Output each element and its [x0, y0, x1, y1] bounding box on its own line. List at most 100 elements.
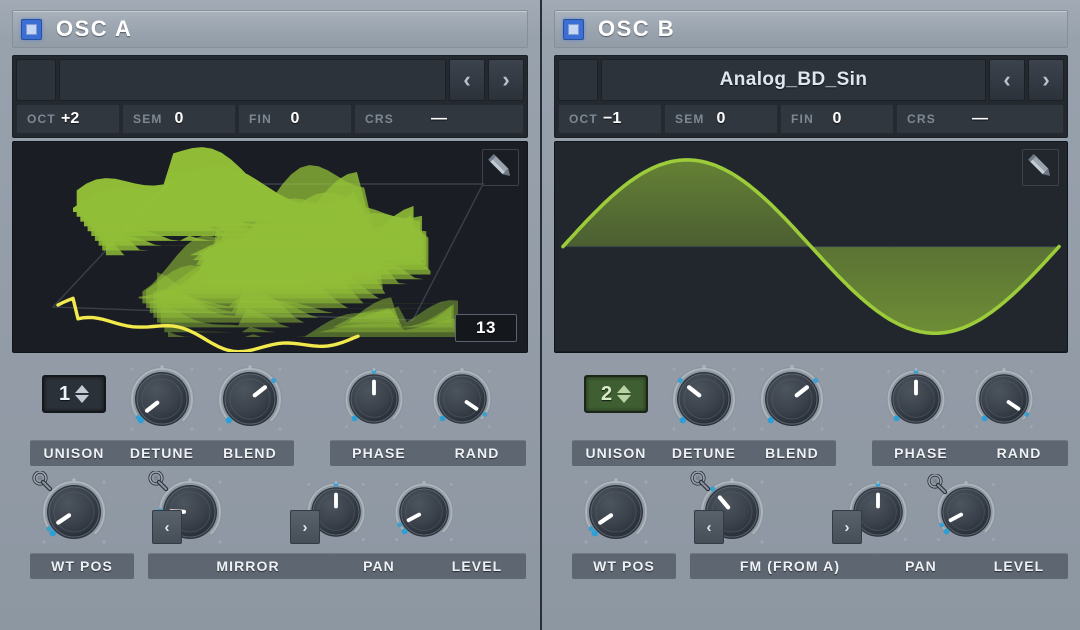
osc-panel-osc-b: OSC B Analog_BD_Sin ‹ › OCT −1 SEM 0 FIN 0 CRS… — [540, 0, 1080, 630]
knob-row-bottom: ‹ › WT POS FM (FROM A) PAN LEVEL — [554, 471, 1068, 579]
mod-handle-icon[interactable] — [689, 471, 711, 493]
knob-group-right — [330, 361, 506, 432]
selector-next-button[interactable]: › — [290, 510, 320, 544]
selector-next-button[interactable]: › — [832, 510, 862, 544]
tune-oct-value: −1 — [603, 110, 622, 127]
label-bar-top-right: PHASE RAND — [330, 440, 526, 466]
knob-detune[interactable] — [126, 363, 198, 435]
knob-blend[interactable] — [214, 363, 286, 435]
tune-oct[interactable]: OCT +2 — [16, 104, 120, 134]
unison-arrows[interactable] — [617, 385, 632, 403]
knob-rand[interactable] — [429, 366, 495, 432]
label-detune: DETUNE — [129, 445, 195, 461]
label-bar-bottom-mid: MIRROR — [148, 553, 348, 579]
osc-header: OSC B — [554, 10, 1068, 48]
label-unison: UNISON — [43, 445, 105, 461]
knob-level[interactable] — [391, 479, 457, 545]
slot-detune — [660, 361, 748, 435]
preset-category-slot[interactable] — [16, 59, 56, 101]
unison-value: 2 — [600, 382, 613, 405]
label-bar-bottom-left: WT POS — [30, 553, 134, 579]
osc-b-power-led[interactable] — [563, 18, 584, 40]
preset-browser: ‹ › OCT +2 SEM 0 FIN 0 CRS — — [12, 55, 528, 138]
slot-phase — [872, 361, 960, 432]
preset-prev-button[interactable]: ‹ — [449, 59, 485, 101]
preset-name[interactable]: Analog_BD_Sin — [601, 59, 986, 101]
tune-oct-value: +2 — [61, 110, 80, 127]
knob-rand[interactable] — [971, 366, 1037, 432]
oscillator-display[interactable]: 13 — [12, 141, 528, 353]
unison-stepper[interactable]: 2 — [584, 375, 648, 413]
unison-value: 1 — [58, 382, 71, 405]
label-pan: PAN — [363, 558, 395, 574]
osc-panel-osc-a: OSC A ‹ › OCT +2 SEM 0 FIN 0 CRS — 13 1 … — [0, 0, 540, 630]
tune-fin-label: FIN — [249, 112, 272, 126]
tune-crs[interactable]: CRS — — [354, 104, 524, 134]
osc-a-power-led[interactable] — [21, 18, 42, 40]
label-rand: RAND — [996, 445, 1042, 461]
label-bar-bottom-right: PAN LEVEL — [330, 553, 526, 579]
preset-name[interactable] — [59, 59, 446, 101]
mod-handle-icon[interactable] — [147, 471, 169, 493]
label-blend: BLEND — [765, 445, 819, 461]
label-wt-pos: WT POS — [593, 558, 655, 574]
mod-handle-icon[interactable] — [31, 471, 53, 493]
tune-sem[interactable]: SEM 0 — [664, 104, 778, 134]
selector-prev-button[interactable]: ‹ — [694, 510, 724, 544]
label-mirror: MIRROR — [216, 558, 280, 574]
knob-phase[interactable] — [341, 366, 407, 432]
knob-level[interactable] — [927, 474, 999, 545]
tune-sem[interactable]: SEM 0 — [122, 104, 236, 134]
knob-wt-pos[interactable] — [580, 476, 652, 548]
unison-arrows[interactable] — [75, 385, 90, 403]
selector-prev-button[interactable]: ‹ — [152, 510, 182, 544]
tune-fin[interactable]: FIN 0 — [238, 104, 352, 134]
slot-level — [922, 474, 1010, 545]
mod-handle-icon[interactable] — [926, 474, 948, 496]
label-bar-bottom-mid: FM (FROM A) — [690, 553, 890, 579]
knob-detune[interactable] — [668, 363, 740, 435]
knob-group-left-bottom — [30, 471, 234, 548]
knob-group-right — [872, 361, 1048, 432]
tune-sem-label: SEM — [675, 112, 705, 126]
preset-category-slot[interactable] — [558, 59, 598, 101]
tune-oct-label: OCT — [27, 112, 56, 126]
slot-rand — [960, 361, 1048, 432]
unison-slot: 2 — [572, 361, 660, 435]
slot-rand — [418, 361, 506, 432]
osc-header: OSC A — [12, 10, 528, 48]
preset-browser: Analog_BD_Sin ‹ › OCT −1 SEM 0 FIN 0 CRS — — [554, 55, 1068, 138]
unison-stepper[interactable]: 1 — [42, 375, 106, 413]
wavetable-index[interactable]: 13 — [455, 314, 517, 342]
knob-wt-pos[interactable] — [32, 471, 110, 548]
tune-crs-label: CRS — [365, 112, 394, 126]
preset-next-button[interactable]: › — [1028, 59, 1064, 101]
label-phase: PHASE — [894, 445, 948, 461]
unison-slot: 1 — [30, 361, 118, 435]
tune-fin[interactable]: FIN 0 — [780, 104, 894, 134]
knob-phase[interactable] — [883, 366, 949, 432]
pencil-icon[interactable] — [1022, 149, 1059, 186]
preset-prev-button[interactable]: ‹ — [989, 59, 1025, 101]
slot-level — [380, 474, 468, 545]
label-wt-pos: WT POS — [51, 558, 113, 574]
slot-phase — [330, 361, 418, 432]
tune-row: OCT +2 SEM 0 FIN 0 CRS — — [16, 104, 524, 134]
knob-row-top: 2 UNISON DETUNE BLEND PHASE RAND — [554, 361, 1068, 466]
slot-blend — [748, 361, 836, 435]
tune-fin-label: FIN — [791, 112, 814, 126]
label-blend: BLEND — [223, 445, 277, 461]
label-unison: UNISON — [585, 445, 647, 461]
label-level: LEVEL — [451, 558, 503, 574]
knob-row-top: 1 UNISON DETUNE BLEND PHASE RAND — [12, 361, 528, 466]
pencil-icon[interactable] — [482, 149, 519, 186]
tune-oct[interactable]: OCT −1 — [558, 104, 662, 134]
knob-blend[interactable] — [756, 363, 828, 435]
tune-crs[interactable]: CRS — — [896, 104, 1064, 134]
slot-wt-pos — [30, 471, 118, 548]
tune-row: OCT −1 SEM 0 FIN 0 CRS — — [558, 104, 1064, 134]
tune-crs-label: CRS — [907, 112, 936, 126]
oscillator-display[interactable] — [554, 141, 1068, 353]
preset-next-button[interactable]: › — [488, 59, 524, 101]
knob-row-bottom: ‹ › WT POS MIRROR PAN LEVEL — [12, 471, 528, 579]
